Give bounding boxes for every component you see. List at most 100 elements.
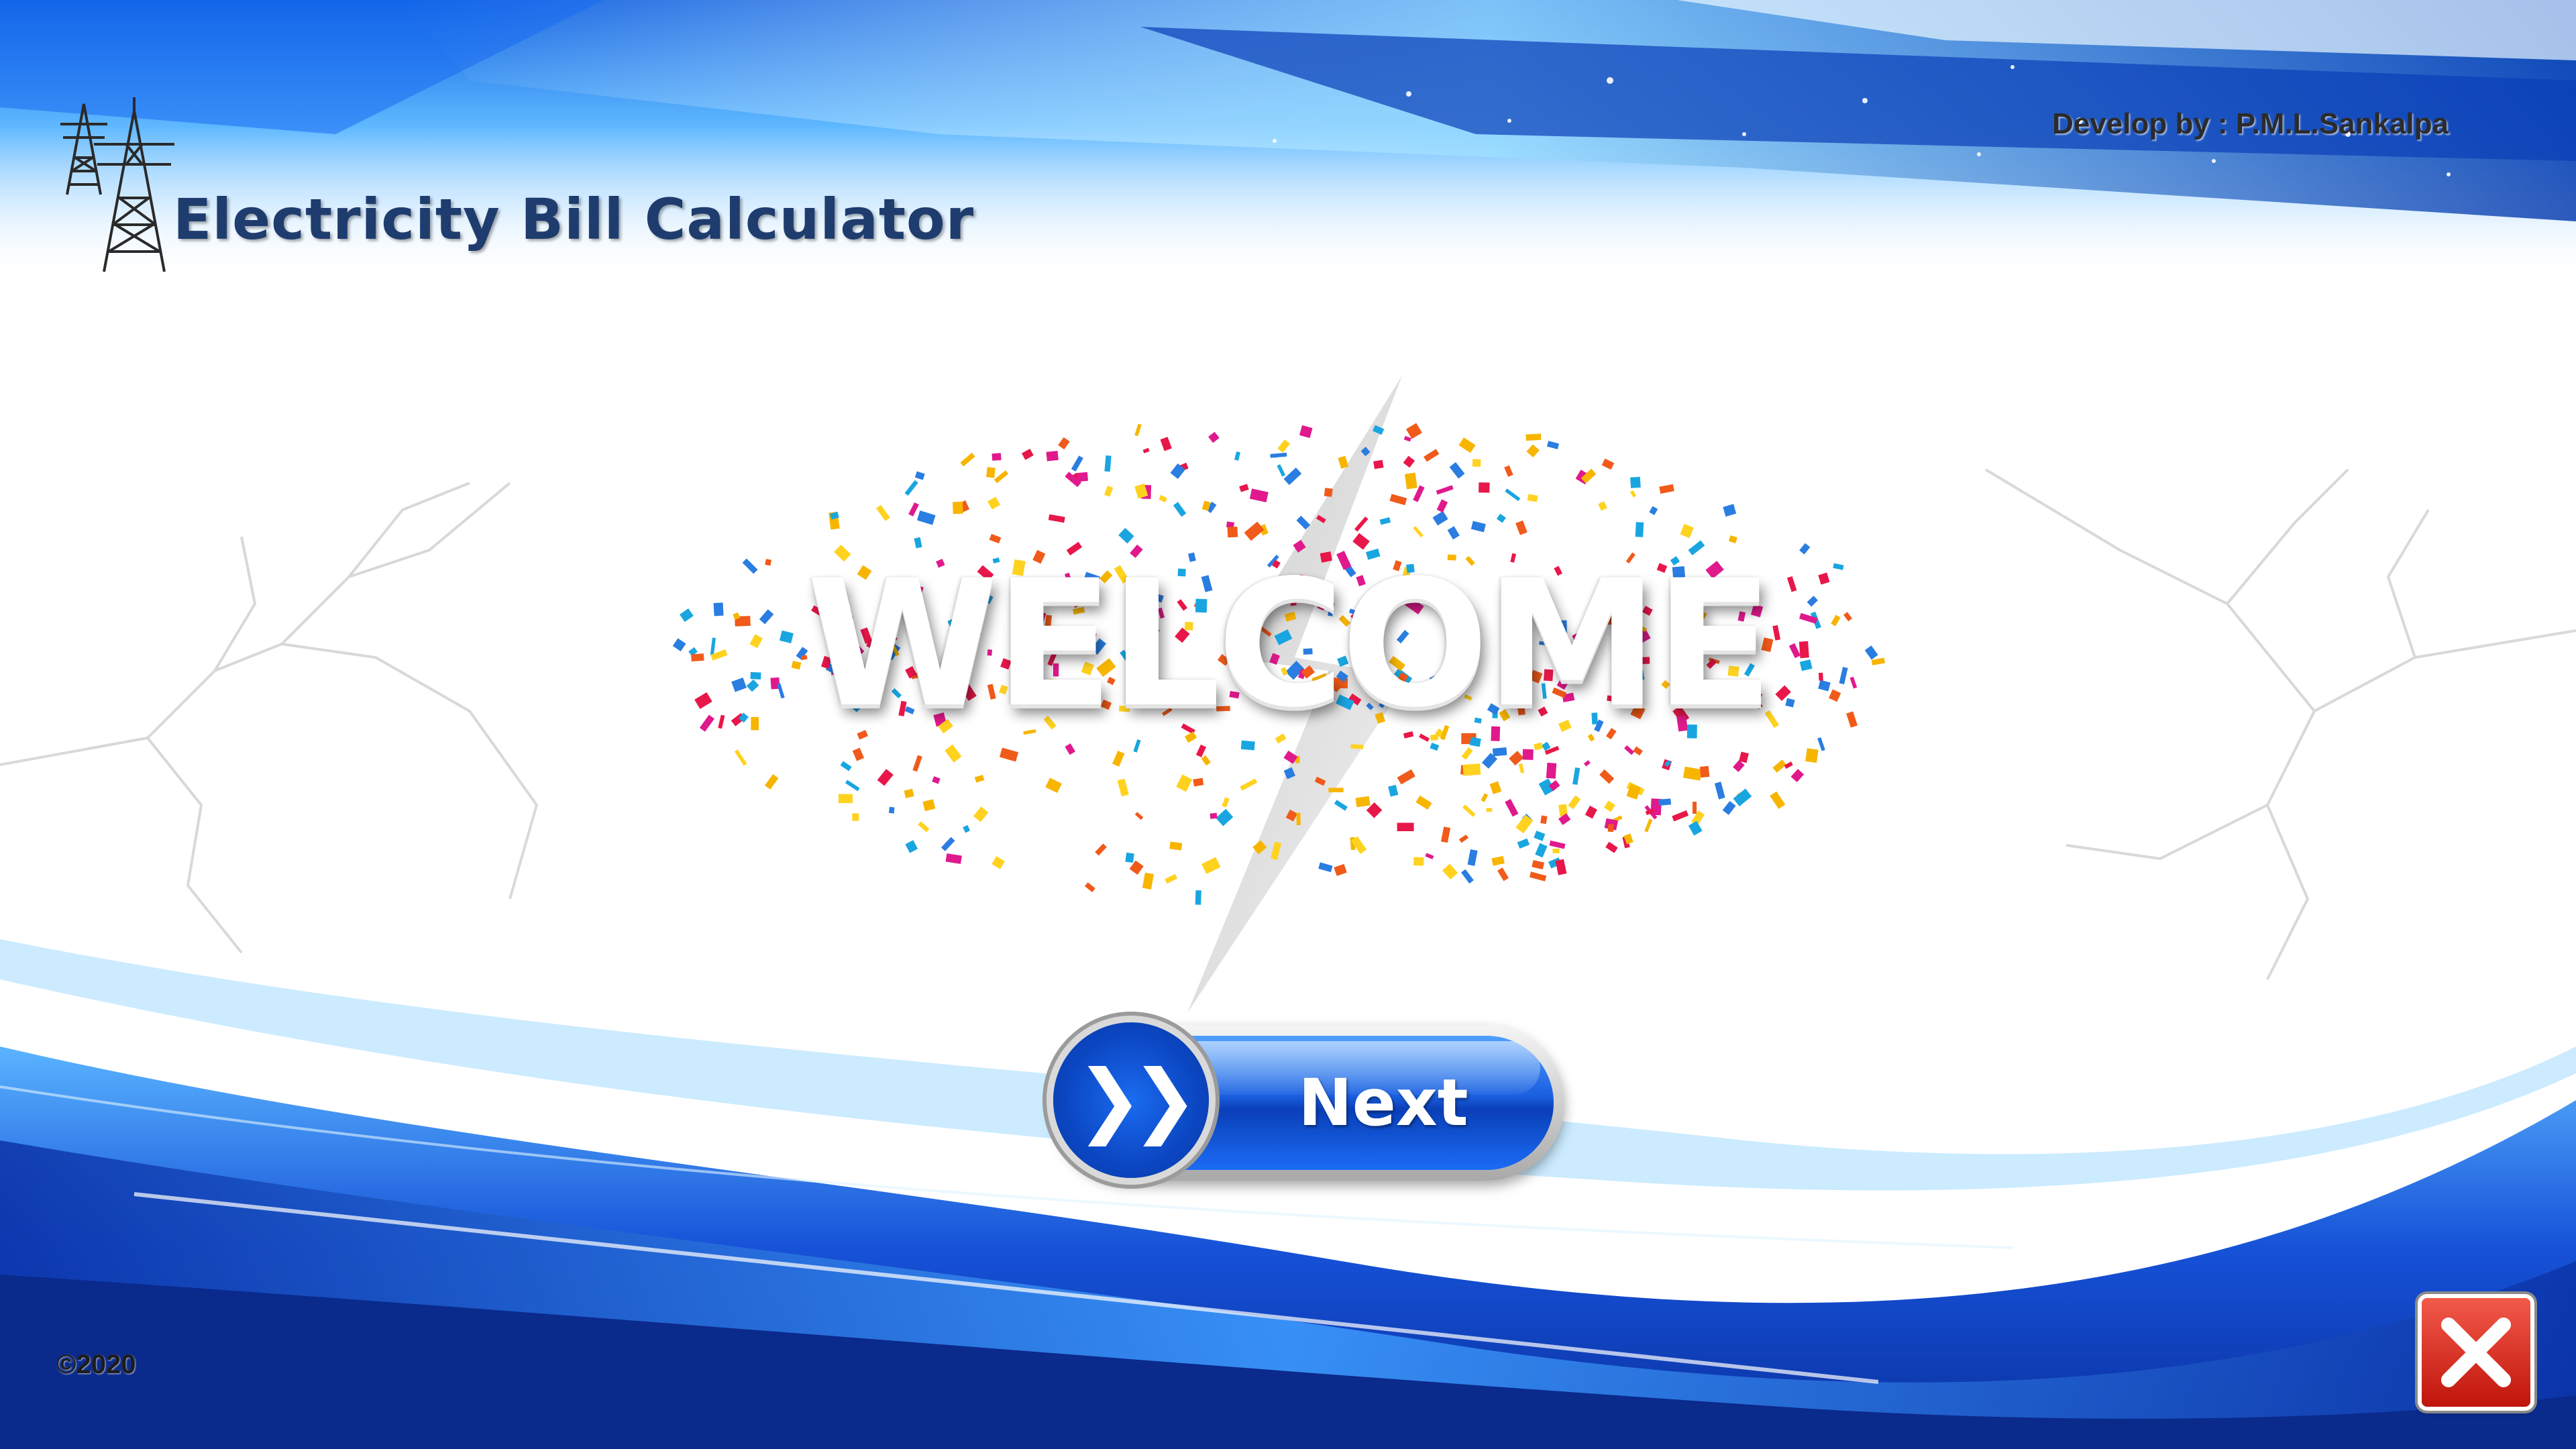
confetti-piece [1699,765,1710,778]
confetti-piece [1525,433,1542,441]
confetti-piece [1603,800,1615,812]
confetti-piece [1515,520,1527,535]
confetti-piece [1790,769,1805,783]
confetti-piece [1169,841,1183,851]
next-button-circle[interactable]: ❯❯ [1053,1022,1209,1178]
confetti-piece [1505,799,1519,817]
confetti-piece [1046,450,1059,462]
confetti-piece [1296,812,1301,826]
confetti-piece [1277,439,1291,453]
confetti-piece [1252,840,1267,855]
confetti-piece [1462,804,1476,817]
confetti-piece [1373,460,1384,470]
confetti-piece [1413,526,1424,538]
confetti-piece [1222,797,1230,808]
confetti-piece [1324,488,1333,497]
confetti-piece [1425,853,1434,859]
confetti-piece [1405,423,1422,439]
confetti-piece [764,774,779,790]
confetti-piece [1095,843,1107,856]
confetti-piece [1460,869,1474,884]
confetti-piece [1424,449,1440,462]
confetti-piece [1314,776,1326,786]
confetti-piece [1104,455,1112,472]
confetti-piece [1481,793,1489,802]
confetti-piece [963,824,971,833]
next-button[interactable]: ❯❯ Next [1053,1022,1564,1181]
app-title: Electricity Bill Calculator [173,186,975,252]
confetti-piece [1470,521,1486,533]
confetti-piece [1509,751,1524,766]
confetti-piece [1522,749,1534,760]
confetti-piece [1142,447,1150,453]
confetti-piece [1496,513,1506,523]
confetti-piece [994,470,1009,484]
confetti-piece [912,755,922,772]
confetti-piece [1739,751,1750,763]
confetti-piece [852,747,865,761]
confetti-piece [1134,423,1142,437]
confetti-piece [1784,761,1793,769]
confetti-piece [1497,867,1509,881]
confetti-piece [914,471,925,480]
confetti-piece [1534,830,1546,841]
confetti-piece [1195,744,1207,757]
confetti-piece [1722,800,1736,815]
confetti-piece [1355,796,1371,808]
confetti-piece [1658,798,1672,806]
confetti-piece [1688,820,1703,836]
confetti-piece [1624,745,1635,755]
confetti-piece [1728,535,1737,543]
confetti-piece [1659,484,1674,494]
confetti-piece [945,853,962,864]
confetti-piece [991,453,1002,461]
confetti-piece [1076,472,1088,482]
confetti-piece [991,856,1005,869]
confetti-piece [852,813,859,821]
confetti-piece [1572,767,1580,785]
confetti-piece [1599,769,1615,784]
confetti-piece [1165,873,1178,884]
confetti-piece [1505,488,1521,501]
confetti-piece [1208,431,1220,443]
confetti-piece [974,774,985,783]
confetti-piece [1201,755,1211,766]
confetti-piece [1486,808,1493,812]
confetti-piece [1403,455,1415,468]
confetti-piece [1403,435,1411,442]
confetti-piece [1692,802,1697,814]
confetti-piece [1201,857,1221,874]
confetti-piece [1489,781,1502,794]
confetti-piece [1585,806,1597,819]
confetti-piece [987,496,1001,510]
confetti-piece [1129,860,1144,875]
confetti-piece [1436,485,1454,495]
confetti-piece [1529,871,1547,881]
confetti-piece [1117,778,1129,797]
confetti-piece [1546,762,1557,779]
confetti-piece [840,761,852,771]
confetti-piece [1210,812,1218,819]
confetti-piece [986,467,996,478]
confetti-piece [1442,863,1458,880]
confetti-piece [922,799,936,812]
confetti-piece [1436,499,1448,513]
confetti-piece [960,452,975,467]
confetti-piece [1467,849,1478,866]
confetti-piece [1318,862,1333,873]
confetti-piece [973,806,989,822]
confetti-piece [1388,784,1399,797]
confetti-piece [1462,763,1481,776]
developer-credit: Develop by : P.M.L.Sankalpa [2052,107,2449,140]
confetti-piece [1373,425,1385,435]
confetti-piece [1271,841,1282,861]
confetti-piece [877,769,894,786]
confetti-piece [1649,506,1658,515]
confetti-piece [1504,465,1513,477]
confetti-piece [1805,748,1819,763]
confetti-piece [1239,484,1249,492]
confetti-piece [845,780,860,792]
confetti-piece [1048,514,1065,523]
close-button[interactable] [2422,1298,2530,1407]
copyright-text: ©2020 [56,1350,136,1379]
